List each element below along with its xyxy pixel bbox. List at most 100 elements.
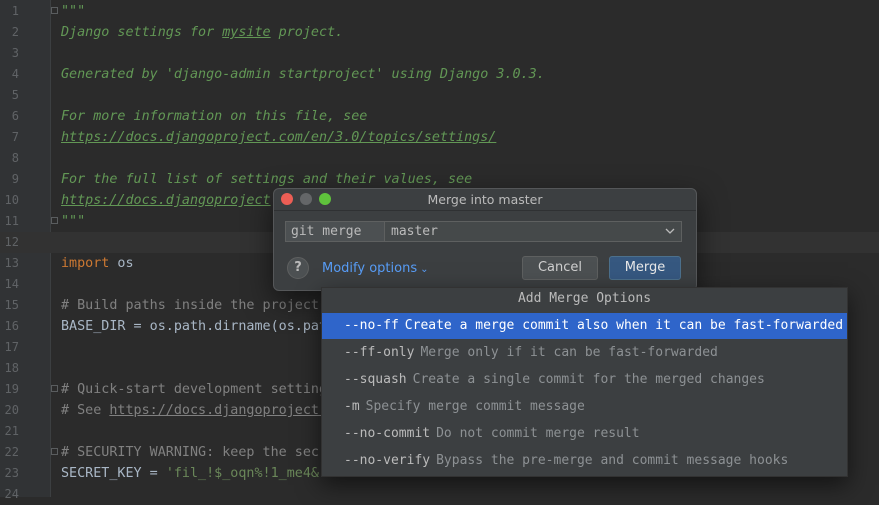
- option-flag: --ff-only: [344, 345, 415, 360]
- code-text: https://docs.djangoproject.com/en/3.0/to…: [61, 127, 496, 148]
- fold-marker-icon[interactable]: [51, 385, 58, 392]
- code-token: https://docs.djangoproject.: [109, 403, 328, 418]
- code-token: # Quick-start development setting: [61, 382, 328, 397]
- option-description: Specify merge commit message: [365, 399, 585, 414]
- dialog-title: Merge into master: [427, 192, 543, 207]
- merge-command-field: git merge master: [285, 221, 682, 242]
- line-number: 8: [11, 151, 19, 165]
- code-text: https://docs.djangoproject: [61, 190, 271, 211]
- line-number: 1: [11, 4, 19, 18]
- code-line: 6 For more information on this file, see: [0, 106, 879, 127]
- code-text: import os: [61, 253, 134, 274]
- line-number: 12: [4, 235, 19, 249]
- code-token: BASE_DIR = os.path.dirname(os.pat: [61, 319, 328, 334]
- option-squash[interactable]: --squash Create a single commit for the m…: [322, 367, 847, 393]
- option-flag: --no-ff: [344, 318, 399, 333]
- code-line: 24: [0, 484, 879, 505]
- help-button[interactable]: ?: [287, 257, 309, 279]
- line-number: 16: [4, 319, 19, 333]
- code-token: 'fil_!$_oqn%!1_me4&: [165, 466, 319, 481]
- option-flag: -m: [344, 399, 360, 414]
- code-text: """: [61, 211, 85, 232]
- code-token: Generated by 'django-admin startproject'…: [61, 67, 545, 82]
- line-number: 5: [11, 88, 19, 102]
- cancel-button[interactable]: Cancel: [522, 256, 598, 280]
- merge-dialog: Merge into master git merge master ? Mod…: [273, 188, 697, 291]
- line-number: 11: [4, 214, 19, 228]
- code-line: 7 https://docs.djangoproject.com/en/3.0/t…: [0, 127, 879, 148]
- line-number: 13: [4, 256, 19, 270]
- line-number: 24: [4, 487, 19, 501]
- code-text: For the full list of settings and their …: [61, 169, 472, 190]
- code-token: https://docs.djangoproject: [61, 193, 271, 208]
- code-line: 8: [0, 148, 879, 169]
- code-token: os: [109, 256, 134, 271]
- option-flag: --no-verify: [344, 453, 431, 468]
- option-flag: --squash: [344, 372, 407, 387]
- popup-header: Add Merge Options: [517, 291, 652, 306]
- code-text: For more information on this file, see: [61, 106, 367, 127]
- line-number: 20: [4, 403, 19, 417]
- line-number: 15: [4, 298, 19, 312]
- option-description: Create a merge commit also when it can b…: [404, 318, 844, 333]
- branch-select[interactable]: master: [386, 222, 681, 241]
- option-description: Merge only if it can be fast-forwarded: [420, 345, 718, 360]
- merge-button[interactable]: Merge: [609, 256, 681, 280]
- code-line: 9 For the full list of settings and their…: [0, 169, 879, 190]
- code-line: 3: [0, 43, 879, 64]
- line-number: 2: [11, 25, 19, 39]
- code-token: SECRET_KEY =: [61, 466, 166, 481]
- code-token: For more information on this file, see: [61, 109, 368, 124]
- option-no-commit[interactable]: --no-commit Do not commit merge result: [322, 421, 847, 447]
- line-number: 14: [4, 277, 19, 291]
- line-number: 7: [11, 130, 19, 144]
- fold-marker-icon[interactable]: [51, 448, 58, 455]
- line-number: 6: [11, 109, 19, 123]
- code-line: 2 Django settings for mysite project.: [0, 22, 879, 43]
- code-token: # SECURITY WARNING: keep the secr: [61, 445, 328, 460]
- fold-marker-icon[interactable]: [51, 217, 58, 224]
- code-token: # Build paths inside the project: [61, 298, 319, 313]
- code-token: """: [61, 214, 86, 229]
- code-line: 1 """: [0, 1, 879, 22]
- option-description: Create a single commit for the merged ch…: [412, 372, 765, 387]
- code-text: Django settings for mysite project.: [61, 22, 343, 43]
- code-text: SECRET_KEY = 'fil_!$_oqn%!1_me4&: [61, 463, 319, 484]
- line-number: 3: [11, 46, 19, 60]
- code-token: # See: [61, 403, 110, 418]
- code-text: Generated by 'django-admin startproject'…: [61, 64, 545, 85]
- code-token: For the full list of settings and their …: [61, 172, 473, 187]
- line-number: 10: [4, 193, 19, 207]
- option-description: Bypass the pre-merge and commit message …: [436, 453, 789, 468]
- code-text: BASE_DIR = os.path.dirname(os.pat: [61, 316, 327, 337]
- branch-value: master: [391, 224, 438, 239]
- chevron-down-icon: ⌄: [420, 264, 429, 275]
- code-token: Django settings for: [61, 25, 223, 40]
- code-line: 4 Generated by 'django-admin startproject…: [0, 64, 879, 85]
- code-token: mysite: [222, 25, 271, 40]
- code-text: # Build paths inside the project: [61, 295, 319, 316]
- option-no-verify[interactable]: --no-verify Bypass the pre-merge and comm…: [322, 448, 847, 474]
- modify-options-label: Modify options: [322, 261, 418, 276]
- fold-marker-icon[interactable]: [51, 7, 58, 14]
- line-number: 17: [4, 340, 19, 354]
- code-token: """: [61, 4, 86, 19]
- code-text: """: [61, 1, 85, 22]
- code-token: import: [61, 256, 110, 271]
- line-number: 19: [4, 382, 19, 396]
- git-merge-prefix: git merge: [286, 222, 385, 241]
- option-m[interactable]: -m Specify merge commit message: [322, 394, 847, 420]
- chevron-down-icon: [665, 228, 675, 234]
- line-number: 23: [4, 466, 19, 480]
- option-description: Do not commit merge result: [436, 426, 640, 441]
- merge-options-popup: Add Merge Options --no-ff Create a merge …: [321, 287, 848, 477]
- option-flag: --no-commit: [344, 426, 431, 441]
- option-no-ff[interactable]: --no-ff Create a merge commit also when i…: [322, 313, 847, 339]
- option-ff-only[interactable]: --ff-only Merge only if it can be fast-fo…: [322, 340, 847, 366]
- line-number: 4: [11, 67, 19, 81]
- code-token: project.: [270, 25, 344, 40]
- modify-options-link[interactable]: Modify options ⌄: [322, 260, 428, 279]
- code-text: # Quick-start development setting: [61, 379, 327, 400]
- line-number: 9: [11, 172, 19, 186]
- dialog-titlebar: Merge into master: [274, 189, 696, 211]
